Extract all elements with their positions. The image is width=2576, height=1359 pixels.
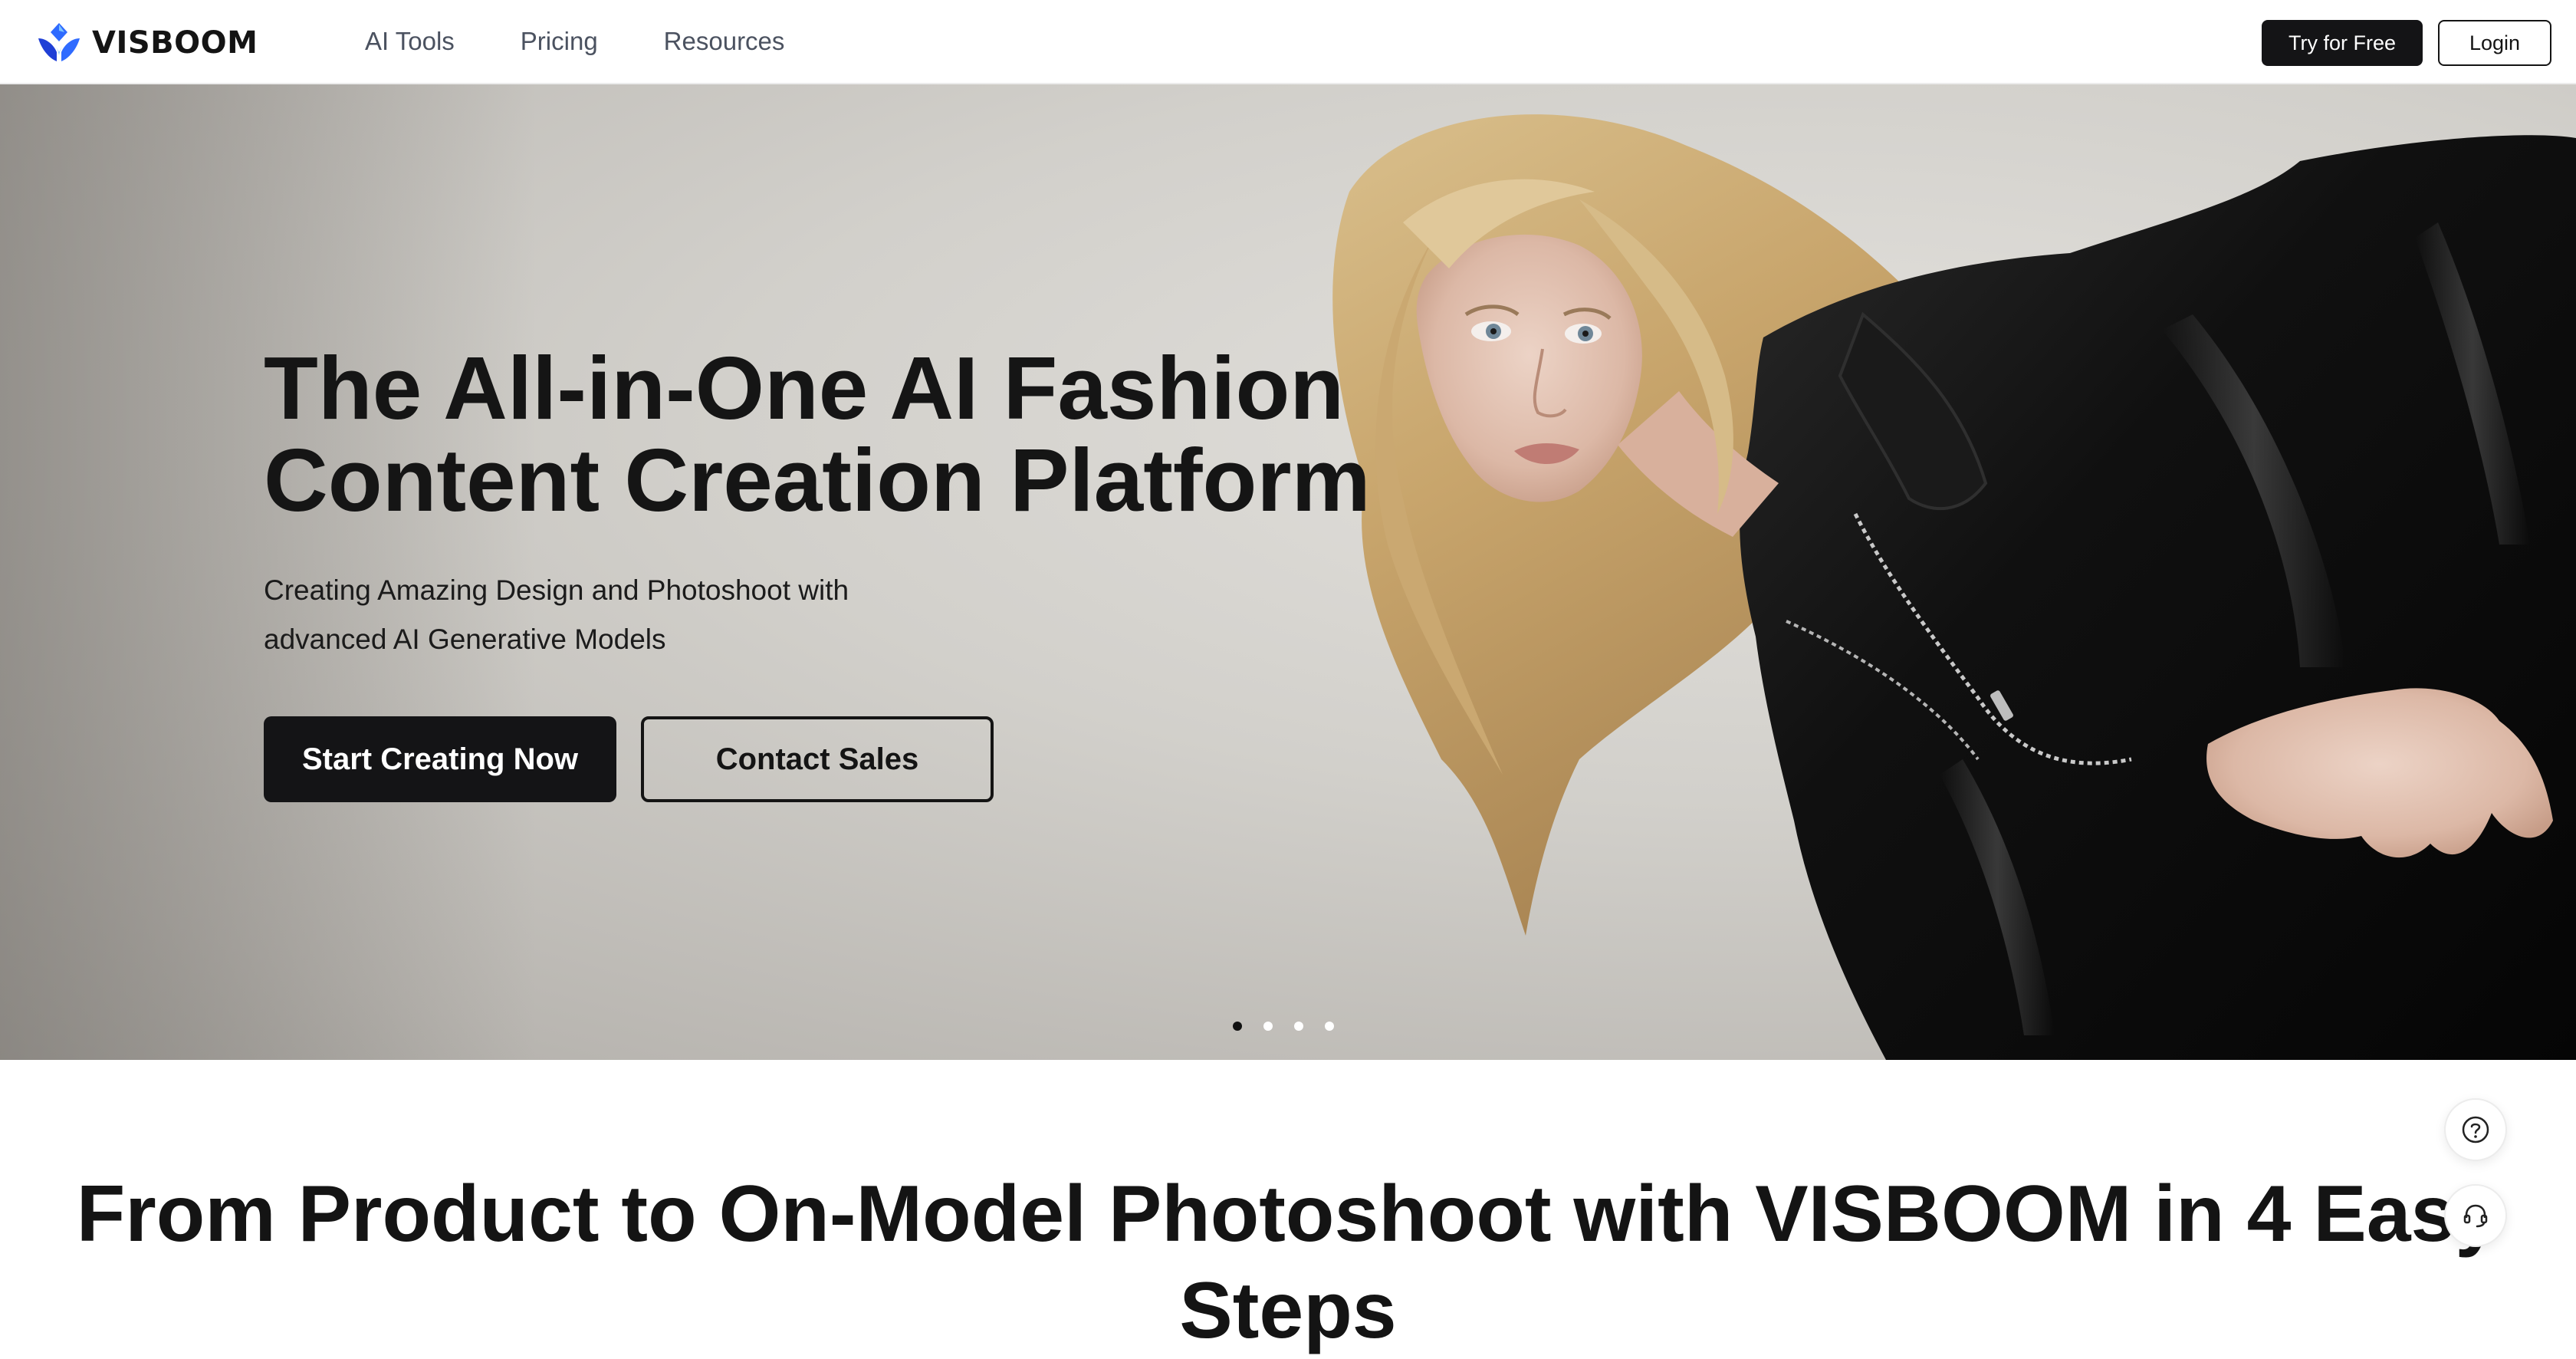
brand-logo[interactable]: VISBOOM <box>35 21 258 64</box>
carousel-pagination <box>1233 1022 1355 1037</box>
carousel-dot-2[interactable] <box>1263 1022 1273 1031</box>
nav-item-ai-tools[interactable]: AI Tools <box>365 27 455 56</box>
try-for-free-button[interactable]: Try for Free <box>2262 20 2423 66</box>
steps-section-title: From Product to On-Model Photoshoot with… <box>76 1170 2500 1355</box>
question-circle-icon <box>2462 1116 2489 1143</box>
carousel-dot-4[interactable] <box>1325 1022 1334 1031</box>
brand-name: VISBOOM <box>92 25 258 61</box>
contact-sales-button[interactable]: Contact Sales <box>641 716 994 802</box>
hero-title: The All-in-One AI Fashion Content Creati… <box>264 338 1371 530</box>
carousel-dot-1[interactable] <box>1233 1022 1242 1031</box>
carousel-dot-3[interactable] <box>1294 1022 1303 1031</box>
visboom-logo-icon <box>38 23 80 61</box>
start-creating-button[interactable]: Start Creating Now <box>264 716 616 802</box>
nav-item-resources[interactable]: Resources <box>664 27 785 56</box>
help-button[interactable] <box>2444 1098 2507 1161</box>
support-chat-button[interactable] <box>2444 1184 2507 1247</box>
hero-banner: The All-in-One AI Fashion Content Creati… <box>0 84 2576 1060</box>
headset-icon <box>2463 1204 2488 1228</box>
main-nav: AI Tools Pricing Resources <box>365 0 850 83</box>
login-button[interactable]: Login <box>2438 20 2551 66</box>
site-header: VISBOOM AI Tools Pricing Resources Try f… <box>0 0 2576 84</box>
hero-subtitle: Creating Amazing Design and Photoshoot w… <box>264 574 849 655</box>
nav-item-pricing[interactable]: Pricing <box>521 27 598 56</box>
